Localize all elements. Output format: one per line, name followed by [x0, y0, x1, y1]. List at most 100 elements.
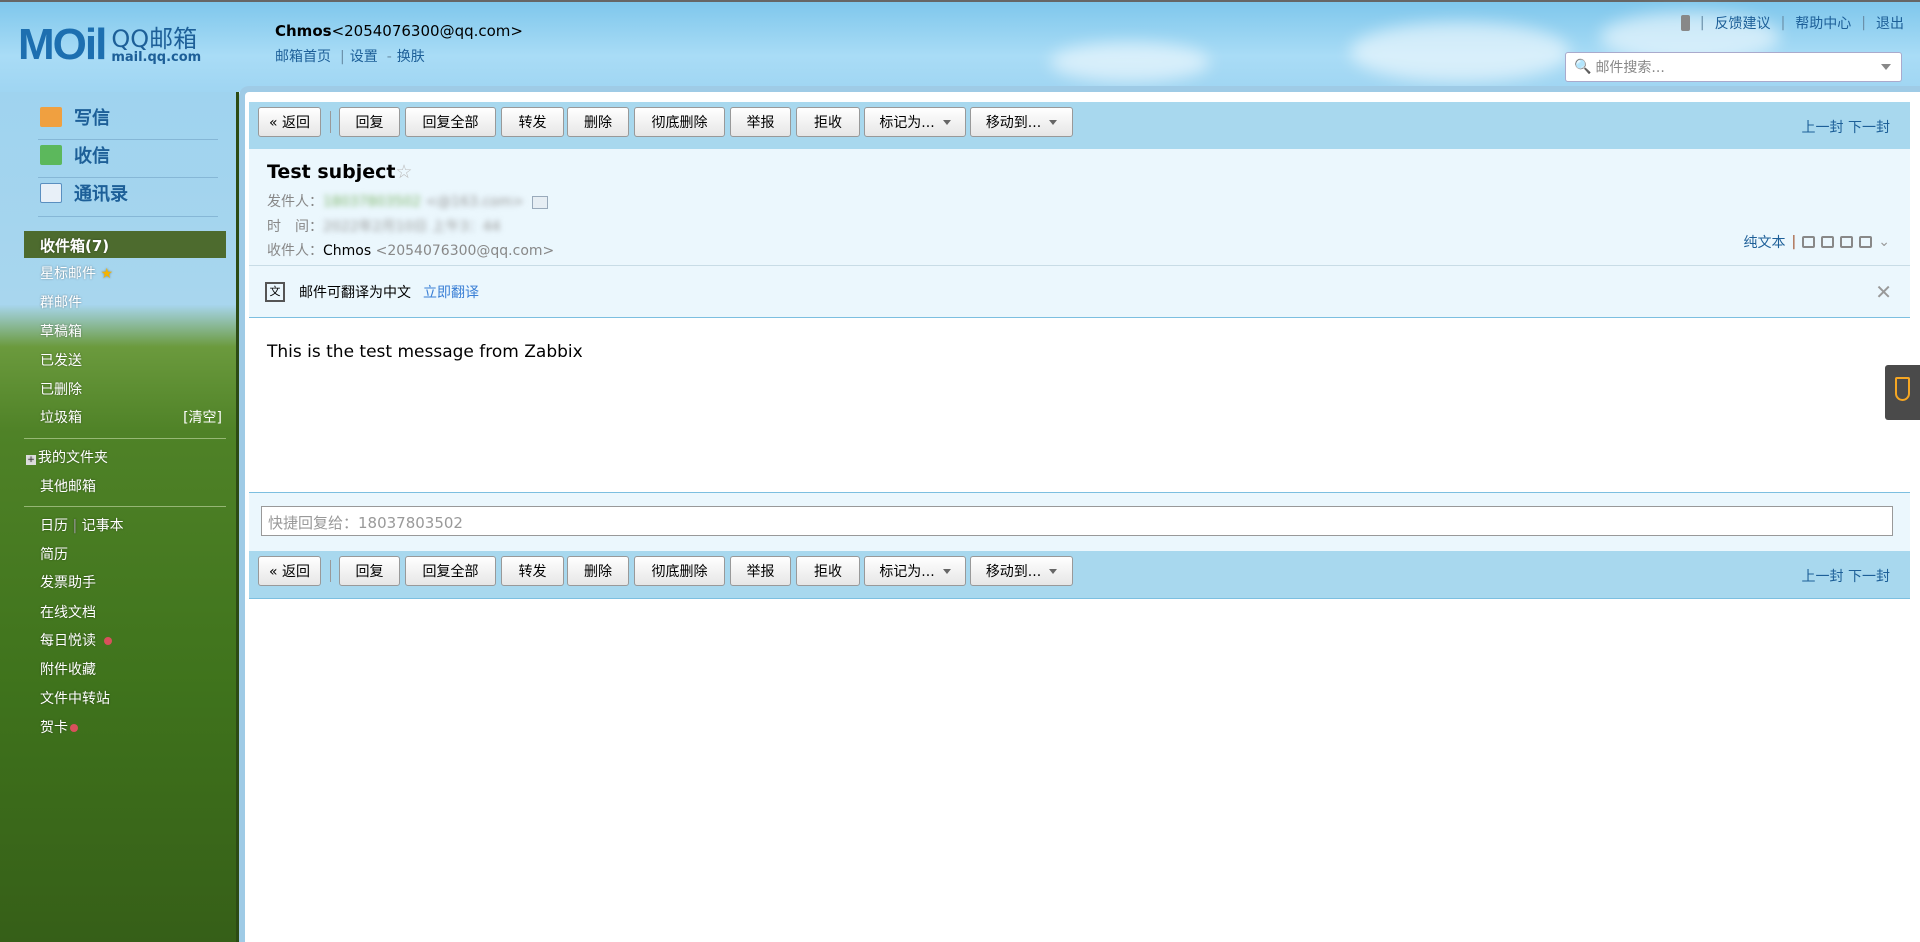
- nav-label: 收信: [74, 146, 110, 167]
- folder-sent[interactable]: 已发送: [40, 350, 82, 370]
- usb-drive-widget[interactable]: [1885, 365, 1920, 420]
- move-to-dropdown[interactable]: 移动到...: [970, 107, 1073, 137]
- pencil-icon: [40, 107, 62, 127]
- contact-card-icon[interactable]: [531, 195, 548, 209]
- delete-button[interactable]: 删除: [567, 556, 629, 586]
- folder-inbox[interactable]: 收件箱(7): [24, 231, 226, 258]
- quick-reply-input[interactable]: 快捷回复给：18037803502: [261, 506, 1893, 536]
- link-skin[interactable]: 换肤: [397, 49, 425, 65]
- reply-all-button[interactable]: 回复全部: [405, 107, 496, 137]
- user-email: <2054076300@qq.com>: [331, 22, 523, 40]
- reply-button[interactable]: 回复: [339, 107, 400, 137]
- folder-label: 每日悦读: [40, 633, 96, 649]
- folder-starred[interactable]: 星标邮件 ★: [40, 263, 113, 283]
- link-feedback[interactable]: 反馈建议: [1715, 13, 1771, 33]
- back-button[interactable]: « 返回: [258, 107, 321, 137]
- delete-permanently-button[interactable]: 彻底删除: [634, 107, 725, 137]
- phone-icon[interactable]: [1680, 15, 1690, 31]
- prev-mail-link[interactable]: 上一封: [1802, 120, 1844, 136]
- folder-label: 我的文件夹: [38, 450, 108, 466]
- empty-spam-link[interactable]: [清空]: [183, 407, 222, 427]
- delete-button[interactable]: 删除: [567, 107, 629, 137]
- logo-mail: MOil: [18, 20, 107, 69]
- qq-mail-logo[interactable]: MOil QQ邮箱 mail.qq.com: [18, 20, 201, 70]
- translate-bar: 文 邮件可翻译为中文 立即翻译 ✕: [249, 266, 1910, 318]
- prev-mail-link[interactable]: 上一封: [1802, 569, 1844, 585]
- delete-permanently-button[interactable]: 彻底删除: [634, 556, 725, 586]
- report-button[interactable]: 举报: [730, 107, 791, 137]
- back-button[interactable]: « 返回: [258, 556, 321, 586]
- nav-label: 通讯录: [74, 184, 128, 205]
- usb-icon: [1895, 377, 1910, 401]
- forward-button[interactable]: 转发: [501, 107, 564, 137]
- chevron-down-icon: [1049, 569, 1058, 578]
- logo-domain: mail.qq.com: [111, 49, 202, 65]
- app-notes[interactable]: 记事本: [82, 518, 124, 534]
- plain-text-link[interactable]: 纯文本: [1744, 232, 1786, 252]
- nav-label: 写信: [74, 108, 110, 129]
- report-button[interactable]: 举报: [730, 556, 791, 586]
- link-settings[interactable]: 设置: [350, 49, 378, 65]
- nav-inbox[interactable]: 收信: [40, 142, 110, 168]
- app-cards[interactable]: 贺卡: [40, 717, 78, 737]
- new-dot-icon: [70, 724, 78, 732]
- sender-name[interactable]: 18037803502: [323, 194, 421, 210]
- app-attachments[interactable]: 附件收藏: [40, 659, 96, 679]
- app-daily-read[interactable]: 每日悦读: [40, 630, 112, 650]
- app-invoice[interactable]: 发票助手: [40, 572, 96, 592]
- mail-search-input[interactable]: 🔍 邮件搜索...: [1565, 52, 1902, 82]
- expand-more-icon[interactable]: ⌄: [1878, 234, 1890, 250]
- mail-time: 2022年2月10日 上午3：44: [323, 219, 501, 235]
- translate-text: 邮件可翻译为中文: [299, 284, 411, 301]
- search-icon: 🔍: [1574, 59, 1592, 75]
- to-label: 收件人：: [267, 243, 323, 259]
- app-resume[interactable]: 简历: [40, 544, 68, 564]
- other-mailboxes[interactable]: 其他邮箱: [40, 476, 96, 496]
- app-calendar[interactable]: 日历: [40, 518, 68, 534]
- sender-email: <@163.com>: [425, 194, 524, 210]
- sidebar: 写信 收信 通讯录 收件箱(7) 星标邮件 ★ 群邮件 草稿箱 已发送 已删除 …: [0, 92, 239, 942]
- expand-plus-icon[interactable]: +: [26, 455, 36, 465]
- chevron-down-icon: [1049, 120, 1058, 129]
- link-logout[interactable]: 退出: [1876, 13, 1904, 33]
- nav-compose[interactable]: 写信: [40, 104, 110, 130]
- download-icon[interactable]: [1840, 236, 1854, 248]
- my-folders[interactable]: + 我的文件夹: [26, 447, 108, 467]
- reply-button[interactable]: 回复: [339, 556, 400, 586]
- forward-button[interactable]: 转发: [501, 556, 564, 586]
- link-help[interactable]: 帮助中心: [1795, 13, 1851, 33]
- next-mail-link[interactable]: 下一封: [1848, 120, 1890, 136]
- reject-button[interactable]: 拒收: [796, 556, 860, 586]
- note-icon[interactable]: [1821, 236, 1835, 248]
- reject-button[interactable]: 拒收: [796, 107, 860, 137]
- recipient-name[interactable]: Chmos: [323, 243, 371, 259]
- search-placeholder: 邮件搜索...: [1595, 60, 1665, 76]
- reply-all-button[interactable]: 回复全部: [405, 556, 496, 586]
- logo-brand: QQ邮箱: [111, 24, 198, 53]
- folder-group[interactable]: 群邮件: [40, 292, 82, 312]
- contact-card-icon: [40, 183, 62, 203]
- next-mail-link[interactable]: 下一封: [1848, 569, 1890, 585]
- mark-as-dropdown[interactable]: 标记为...: [864, 556, 966, 586]
- app-docs[interactable]: 在线文档: [40, 602, 96, 622]
- new-window-icon[interactable]: [1802, 236, 1816, 248]
- mark-as-dropdown[interactable]: 标记为...: [864, 107, 966, 137]
- recipient-email: <2054076300@qq.com>: [375, 243, 555, 259]
- folder-deleted[interactable]: 已删除: [40, 379, 82, 399]
- translate-now-link[interactable]: 立即翻译: [423, 282, 479, 302]
- link-home[interactable]: 邮箱首页: [275, 49, 331, 65]
- print-icon[interactable]: [1859, 236, 1873, 248]
- folder-drafts[interactable]: 草稿箱: [40, 321, 82, 341]
- download-icon: [40, 145, 62, 165]
- top-toolbar: « 返回 回复 回复全部 转发 删除 彻底删除 举报 拒收 标记为... 移动到…: [249, 102, 1910, 150]
- move-to-dropdown[interactable]: 移动到...: [970, 556, 1073, 586]
- app-file-transfer[interactable]: 文件中转站: [40, 688, 110, 708]
- search-dropdown-icon[interactable]: [1881, 64, 1891, 75]
- from-label: 发件人：: [267, 194, 323, 210]
- btn-label: 移动到...: [985, 115, 1042, 131]
- chevron-down-icon: [942, 120, 951, 129]
- star-outline-icon[interactable]: ☆: [396, 161, 413, 183]
- close-icon[interactable]: ✕: [1875, 280, 1892, 304]
- nav-contacts[interactable]: 通讯录: [40, 180, 128, 206]
- folder-spam[interactable]: 垃圾箱: [40, 407, 82, 427]
